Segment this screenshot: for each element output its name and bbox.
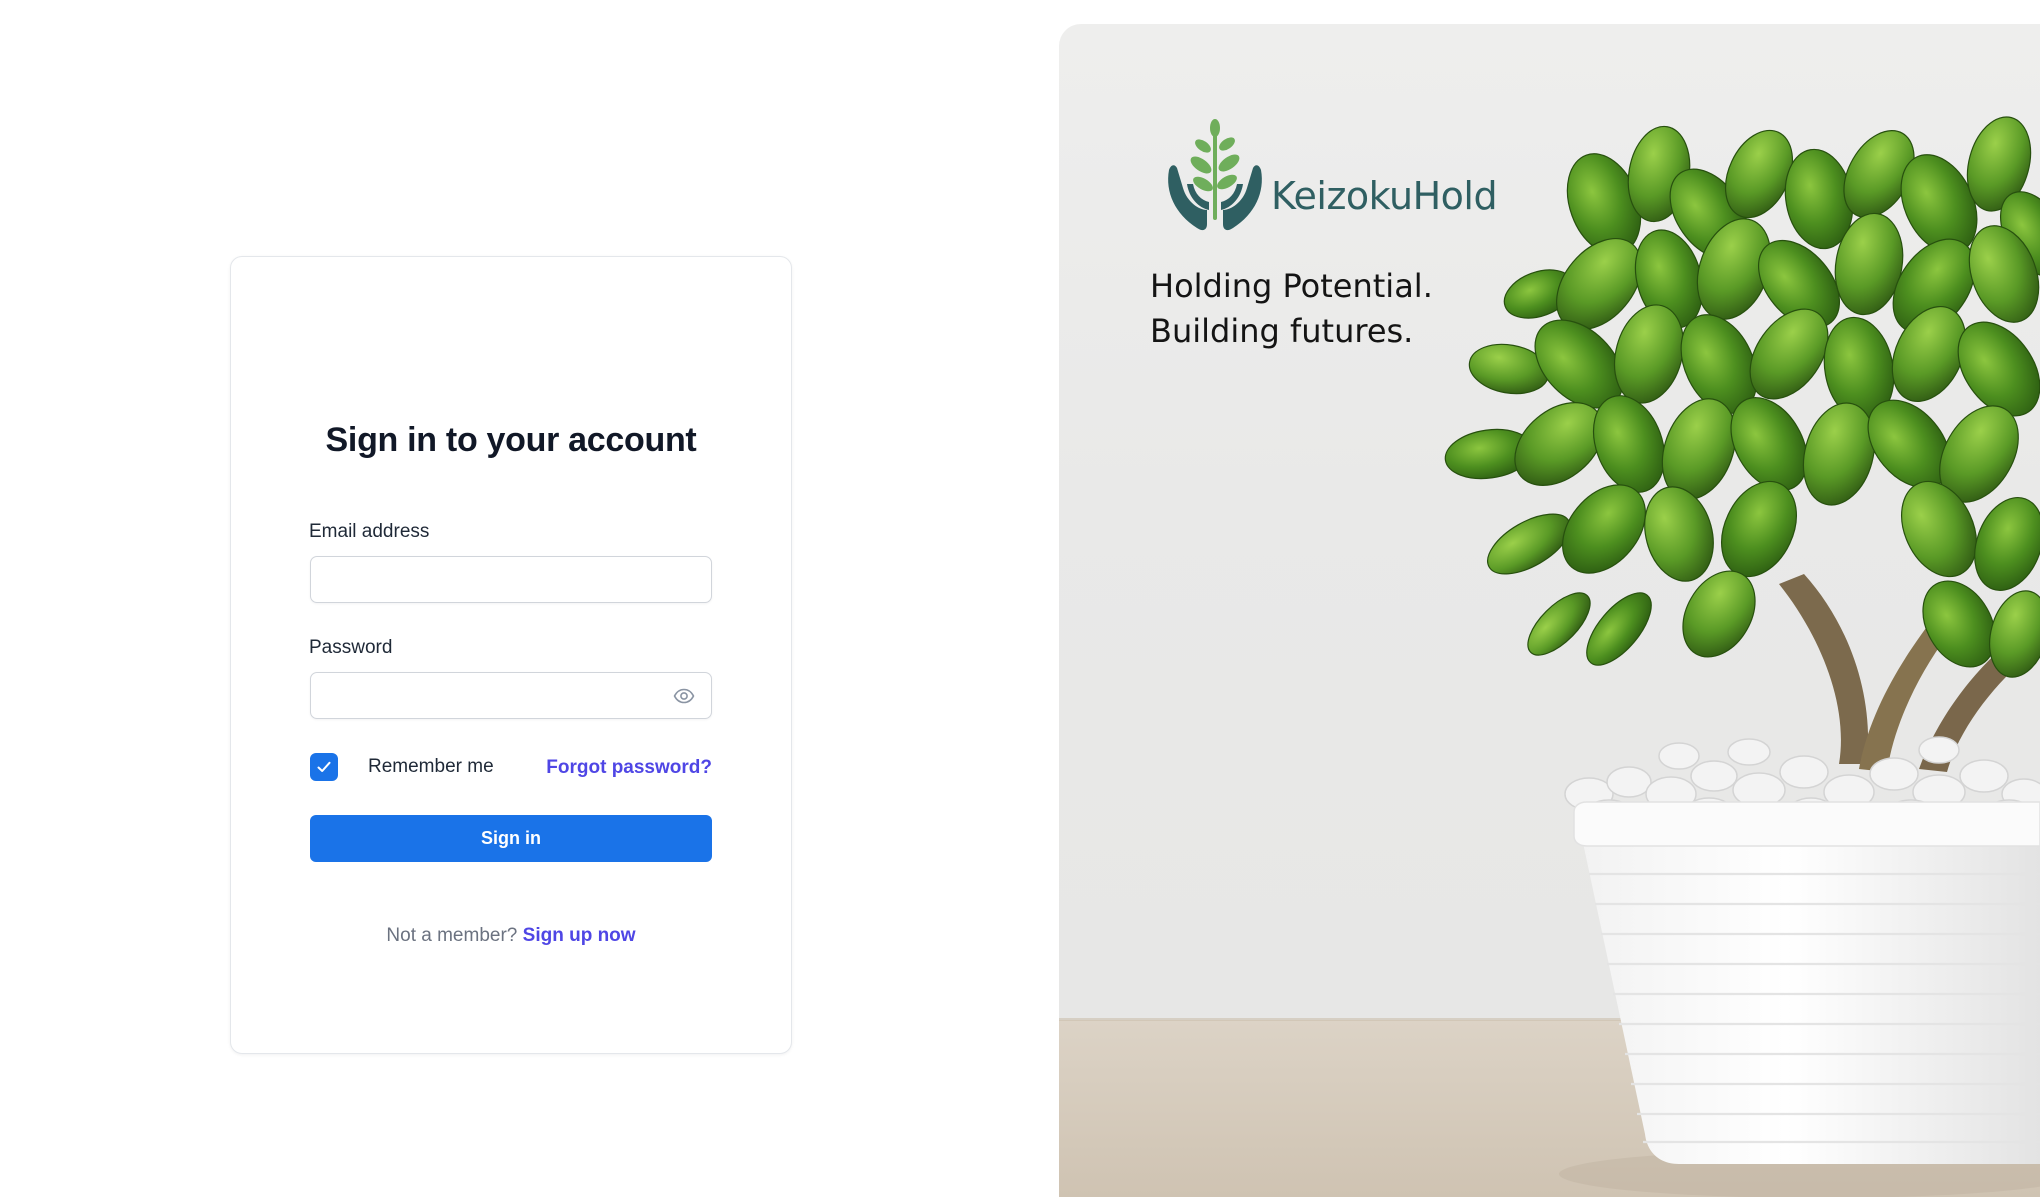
login-card: Sign in to your account Email address Pa…: [230, 256, 792, 1054]
sprout-in-hands-logo: [1168, 119, 1262, 231]
remember-row: Remember me Forgot password?: [310, 753, 712, 783]
email-field[interactable]: [310, 556, 712, 603]
password-field[interactable]: [310, 672, 712, 719]
sign-in-button[interactable]: Sign in: [310, 815, 712, 862]
signup-prompt: Not a member?: [386, 925, 518, 946]
password-label: Password: [309, 637, 393, 658]
tagline-line-1: Holding Potential.: [1150, 267, 1433, 305]
tagline: Holding Potential. Building futures.: [1150, 264, 1433, 354]
checkmark-icon: [317, 761, 331, 772]
login-page: Sign in to your account Email address Pa…: [0, 0, 2040, 1197]
eye-icon[interactable]: [671, 684, 697, 708]
brand-name: KeizokuHold: [1271, 174, 1498, 218]
remember-me-checkbox[interactable]: [310, 753, 338, 781]
hero-panel: KeizokuHold Holding Potential. Building …: [1059, 24, 2040, 1197]
sign-up-link[interactable]: Sign up now: [523, 925, 636, 946]
signup-row: Not a member? Sign up now: [231, 925, 791, 947]
remember-me-label[interactable]: Remember me: [368, 756, 494, 778]
email-label: Email address: [309, 521, 430, 542]
tagline-line-2: Building futures.: [1150, 312, 1414, 350]
forgot-password-link[interactable]: Forgot password?: [546, 757, 712, 779]
brand: KeizokuHold: [1163, 116, 1498, 236]
page-title: Sign in to your account: [325, 421, 697, 459]
